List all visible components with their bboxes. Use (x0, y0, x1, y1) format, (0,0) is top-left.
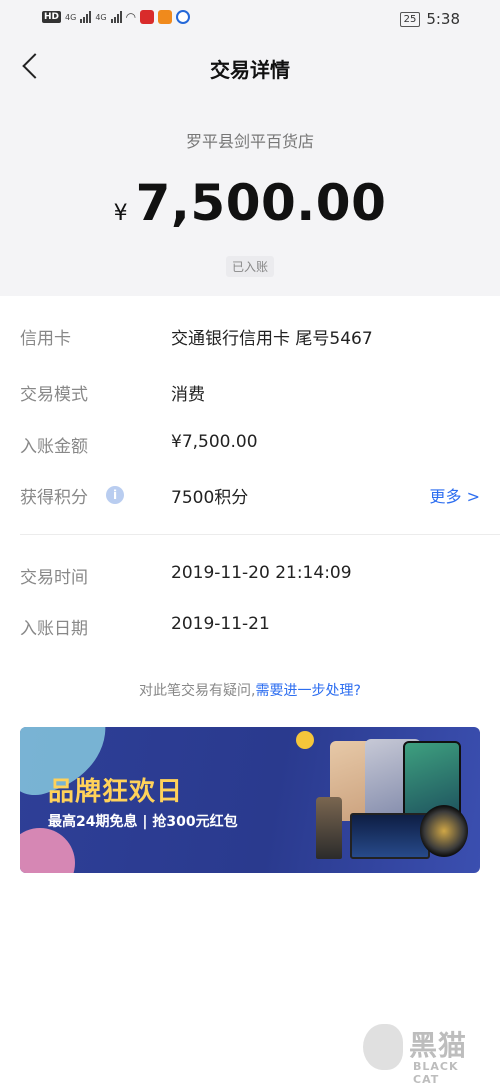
status-bar: HD 4G 4G ◠ 25 5:38 (0, 0, 500, 38)
time-value: 2019-11-20 21:14:09 (171, 563, 352, 583)
detail-row-posted-amount: 入账金额 ¥7,500.00 (20, 432, 480, 457)
status-badge: 已入账 (225, 256, 275, 277)
blender-image (316, 797, 342, 859)
network-type-2: 4G (95, 12, 107, 22)
flower-decoration-icon (20, 828, 75, 873)
app-notification-icon-2 (158, 10, 173, 24)
promo-banner[interactable]: 品牌狂欢日 最高24期免息 | 抢300元红包 (20, 727, 480, 873)
signal-icon (80, 11, 92, 23)
amount-display: ¥ 7,500.00 (0, 174, 500, 232)
watermark: 黑猫 BLACK CAT (363, 1020, 488, 1083)
divider (20, 534, 500, 535)
detail-row-card: 信用卡 交通银行信用卡 尾号5467 (20, 324, 480, 349)
card-label: 信用卡 (20, 329, 71, 349)
currency-symbol: ¥ (113, 201, 128, 226)
clock: 5:38 (426, 10, 460, 28)
mode-label: 交易模式 (20, 385, 88, 405)
app-notification-icon-1 (140, 10, 155, 24)
posted-amount-value: ¥7,500.00 (171, 432, 258, 452)
watermark-en: BLACK CAT (413, 1060, 459, 1083)
mascot-icon (296, 731, 314, 749)
detail-row-post-date: 入账日期 2019-11-21 (20, 614, 480, 639)
network-type-1: 4G (65, 12, 77, 22)
wifi-icon: ◠ (125, 10, 137, 24)
app-notification-icon-3 (176, 10, 191, 24)
points-label: 获得积分 (20, 488, 88, 508)
merchant-name: 罗平县剑平百货店 (185, 132, 314, 151)
transaction-summary: 罗平县剑平百货店 ¥ 7,500.00 已入账 (0, 96, 500, 296)
cat-logo-icon (363, 1024, 403, 1070)
points-value: 7500积分 (171, 488, 249, 508)
banner-title: 品牌狂欢日 (48, 777, 184, 807)
posted-amount-label: 入账金额 (20, 437, 88, 457)
post-date-value: 2019-11-21 (171, 614, 270, 634)
info-icon[interactable]: i (106, 486, 124, 504)
detail-row-points: 获得积分 i 7500积分 更多 > (20, 483, 481, 508)
battery-icon: 25 (399, 11, 421, 27)
card-value: 交通银行信用卡 尾号5467 (171, 329, 373, 349)
watermark-cn: 黑猫 (409, 1029, 468, 1062)
status-bar-right: 25 5:38 (399, 10, 460, 28)
nav-header: 交易详情 (0, 38, 500, 96)
help-link[interactable]: 需要进一步处理? (256, 683, 361, 699)
watch-image (420, 805, 468, 857)
help-prefix: 对此笔交易有疑问, (139, 683, 256, 699)
status-bar-left: HD 4G 4G ◠ (42, 10, 191, 24)
more-link[interactable]: 更多 > (430, 483, 481, 507)
laptop-image (350, 813, 430, 859)
detail-row-mode: 交易模式 消费 (20, 380, 480, 405)
mode-value: 消费 (171, 385, 205, 405)
post-date-label: 入账日期 (20, 619, 88, 639)
transaction-amount: 7,500.00 (135, 174, 387, 232)
time-label: 交易时间 (20, 568, 88, 588)
banner-subtitle: 最高24期免息 | 抢300元红包 (48, 814, 238, 830)
detail-row-time: 交易时间 2019-11-20 21:14:09 (20, 563, 480, 588)
hd-badge: HD (42, 11, 62, 23)
signal-icon-2 (110, 11, 122, 23)
help-line: 对此笔交易有疑问,需要进一步处理? (0, 680, 500, 700)
page-title: 交易详情 (210, 58, 290, 82)
